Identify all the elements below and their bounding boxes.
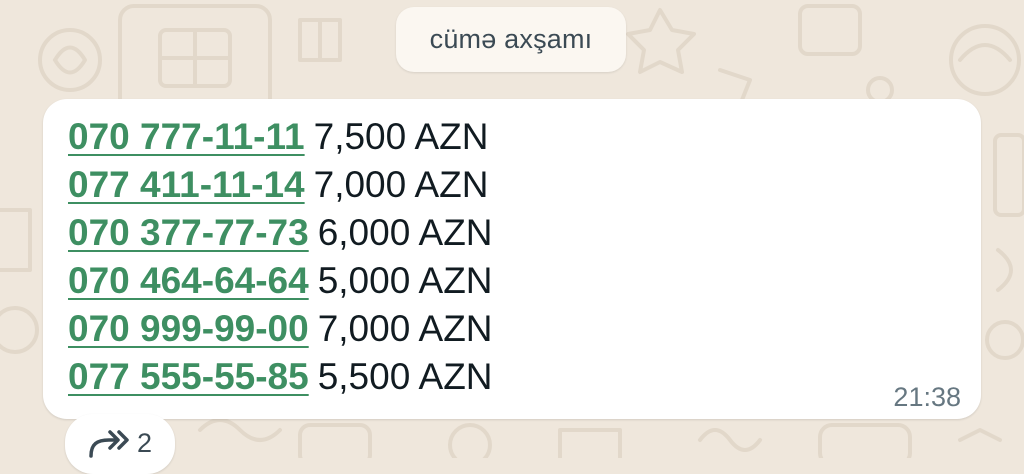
forward-icon (89, 430, 129, 458)
list-item: 077 555-55-85 5,500 AZN (68, 353, 493, 401)
list-item: 077 411-11-14 7,000 AZN (68, 161, 493, 209)
date-separator: cümə axşamı (396, 7, 626, 72)
list-item: 070 377-77-73 6,000 AZN (68, 209, 493, 257)
message-time: 21:38 (893, 382, 961, 412)
price-text: 5,000 AZN (317, 260, 493, 301)
phone-link[interactable]: 070 464-64-64 (68, 260, 309, 301)
list-item: 070 777-11-11 7,500 AZN (68, 113, 493, 161)
list-item: 070 999-99-00 7,000 AZN (68, 305, 493, 353)
price-text: 7,000 AZN (313, 164, 489, 205)
message-bubble[interactable]: 070 777-11-11 7,500 AZN 077 411-11-14 7,00… (43, 99, 981, 419)
price-text: 7,500 AZN (313, 116, 489, 157)
price-text: 5,500 AZN (317, 356, 493, 397)
forward-count: 2 (137, 428, 153, 458)
phone-link[interactable]: 070 999-99-00 (68, 308, 309, 349)
list-item: 070 464-64-64 5,000 AZN (68, 257, 493, 305)
phone-link[interactable]: 077 411-11-14 (68, 164, 305, 205)
forwarded-reaction-chip[interactable]: 2 (65, 414, 175, 474)
price-text: 7,000 AZN (317, 308, 493, 349)
phone-link[interactable]: 077 555-55-85 (68, 356, 309, 397)
message-text: 070 777-11-11 7,500 AZN 077 411-11-14 7,00… (68, 113, 493, 401)
price-text: 6,000 AZN (317, 212, 493, 253)
phone-link[interactable]: 070 777-11-11 (68, 116, 305, 157)
phone-link[interactable]: 070 377-77-73 (68, 212, 309, 253)
